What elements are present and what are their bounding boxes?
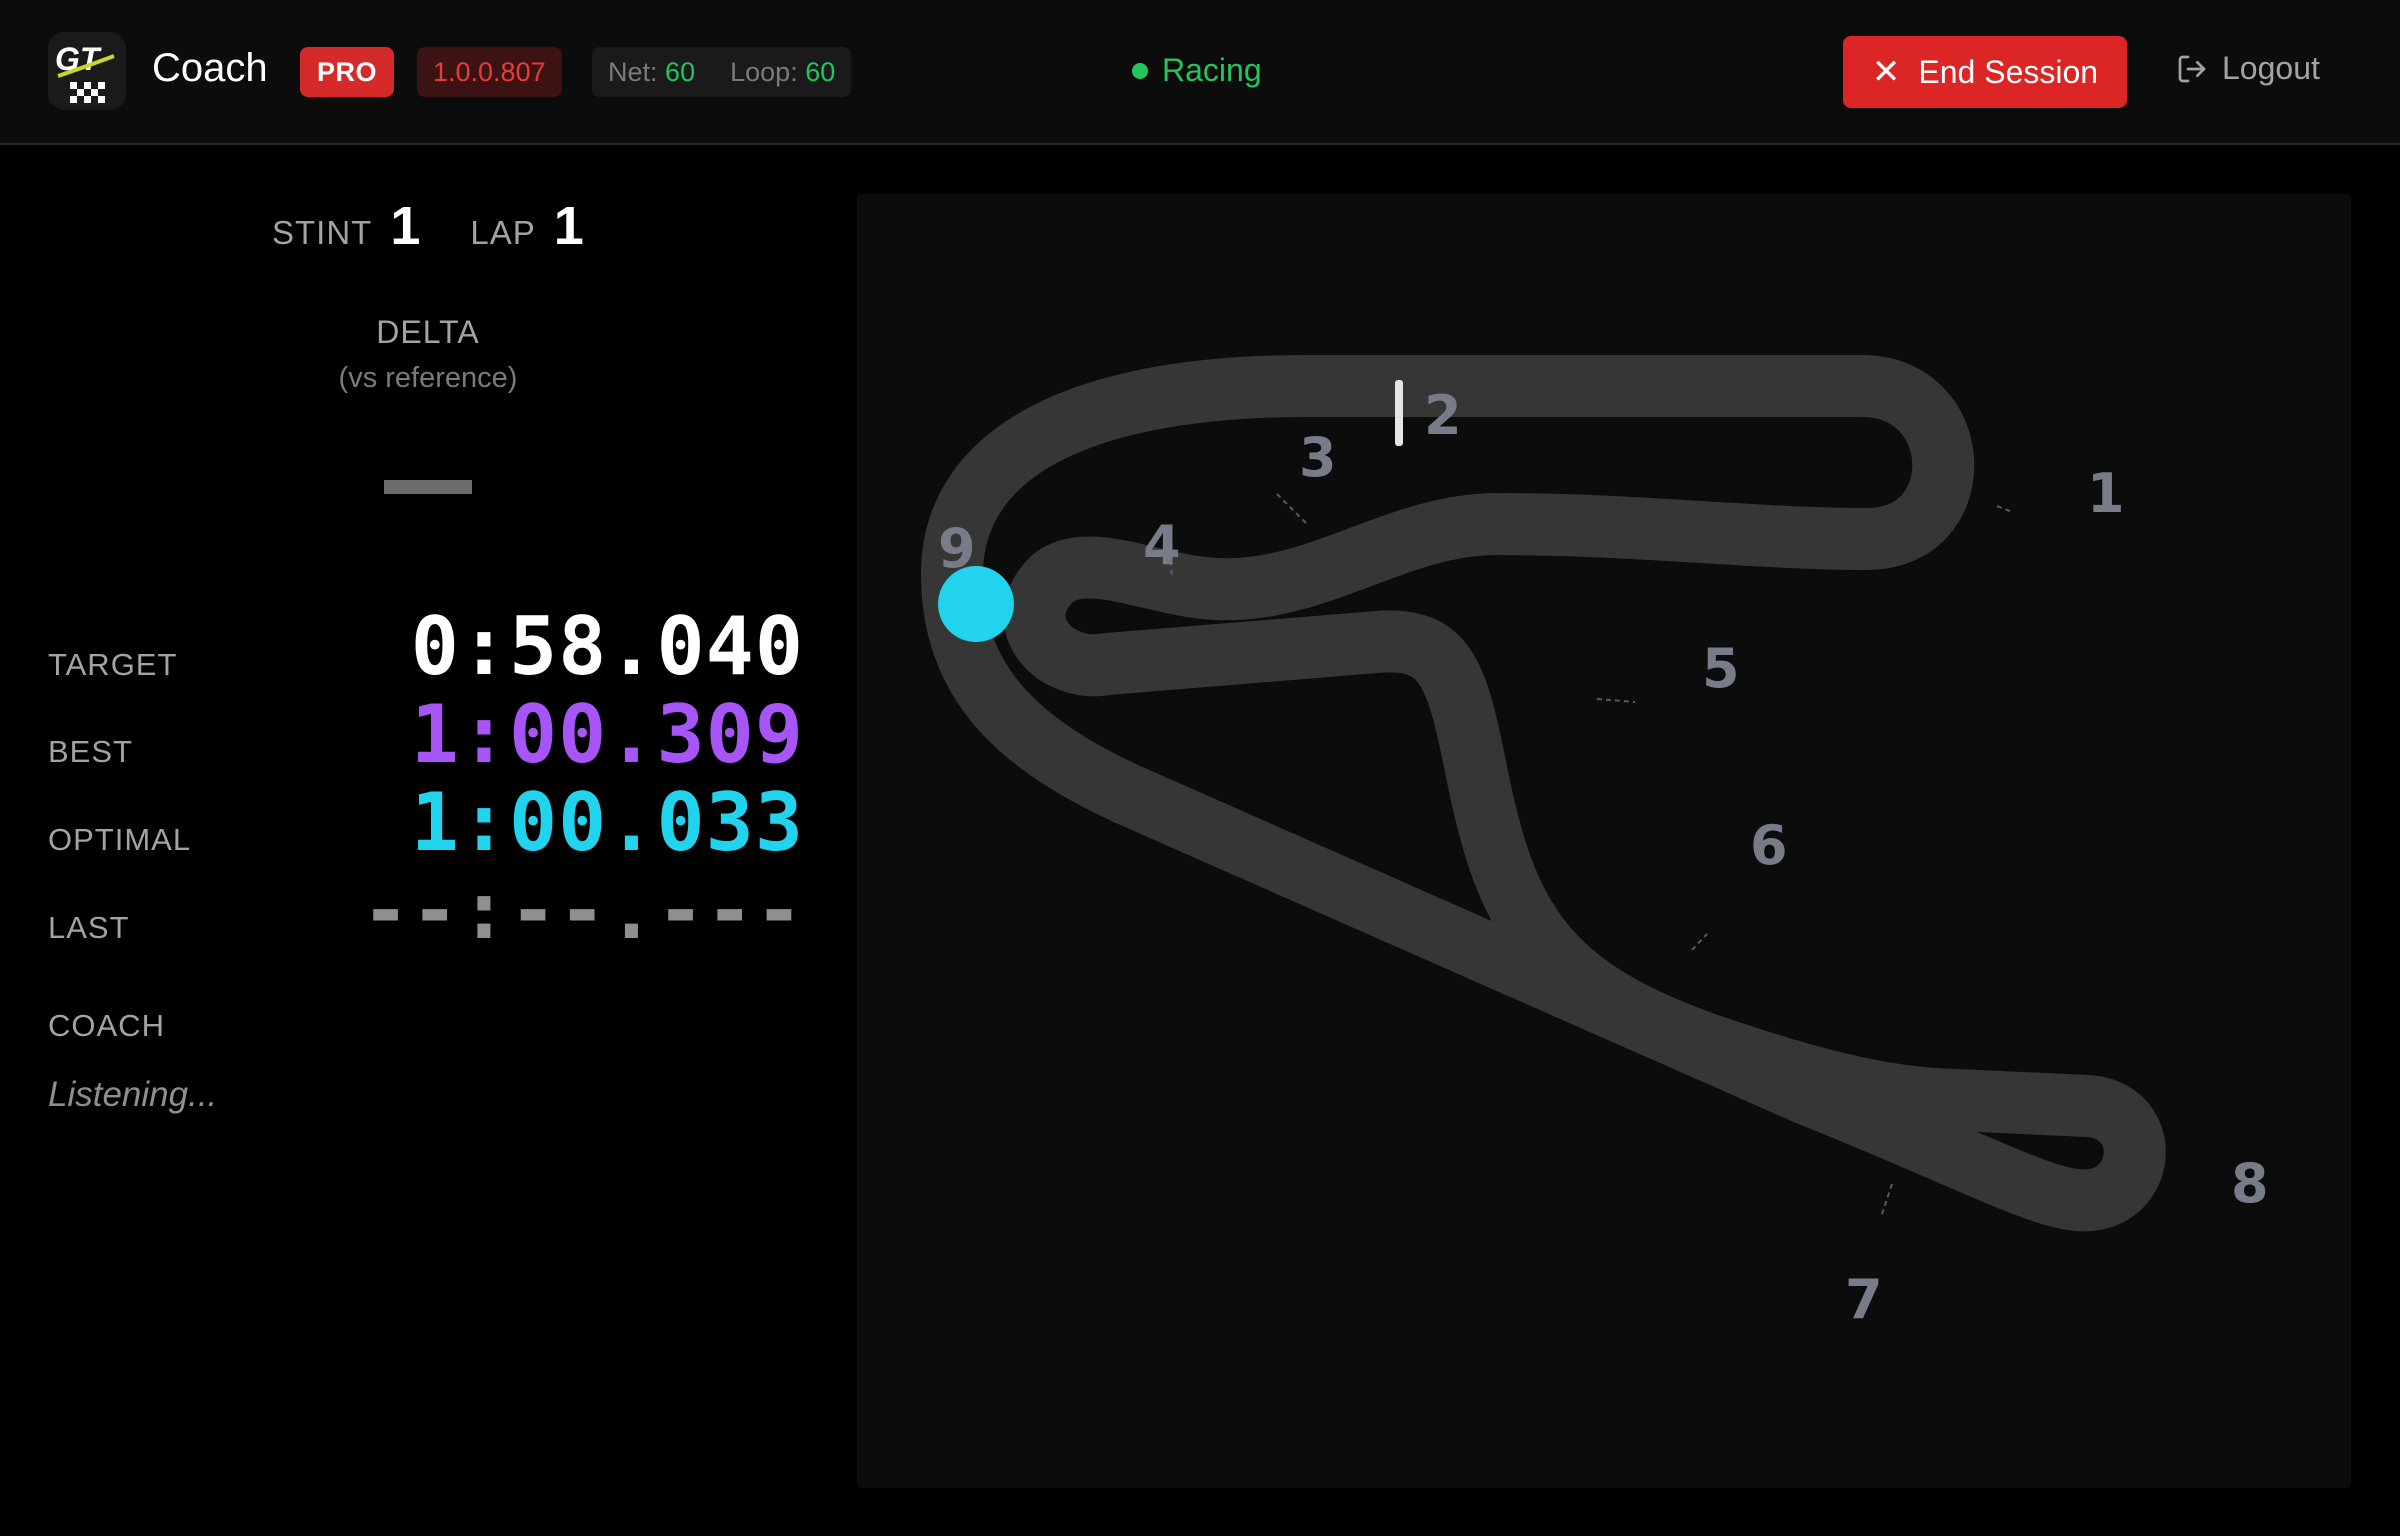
turn-label-2: 2 [1424,384,1462,447]
track-path [921,355,2166,1232]
status-dot-icon [1132,62,1148,79]
loop-value: 60 [805,57,836,87]
target-label: TARGET [48,647,178,682]
stint-label: STINT [272,214,373,251]
car-position-marker [938,566,1014,642]
loop-label: Loop: [730,57,798,87]
plan-badge: PRO [300,47,395,97]
best-label: BEST [48,734,133,769]
delta-value-placeholder [384,480,472,494]
status-text: Racing [1162,52,1262,88]
target-time: 0:58.040 [410,600,804,693]
track-map-svg: 1 2 3 4 5 6 7 8 9 [921,355,2269,1331]
app-logo: GT [48,32,126,110]
lap-label: LAP [470,214,536,251]
end-session-label: End Session [1918,53,2099,90]
net-value: 60 [665,57,696,87]
start-finish-line [1395,380,1403,446]
coach-label: COACH [48,1008,165,1043]
top-bar: GT Coach PRO 1.0.0.807 Net: 60 Loop: 60 … [0,0,2400,145]
logout-button[interactable]: Logout [2176,50,2320,87]
delta-subtitle: (vs reference) [338,362,518,394]
stint-lap-counter: STINT 1 LAP 1 [272,195,584,257]
performance-badge: Net: 60 Loop: 60 [592,47,852,97]
turn-label-3: 3 [1299,426,1337,489]
turn-label-6: 6 [1750,814,1788,877]
logout-icon [2178,55,2206,82]
optimal-label: OPTIMAL [48,822,192,857]
turn-label-8: 8 [2231,1152,2269,1215]
turn-label-7: 7 [1845,1268,1883,1331]
turn-label-5: 5 [1702,637,1740,700]
app-name: Coach [152,46,268,90]
turn-label-1: 1 [2087,462,2125,525]
gt-logo-icon: GT [55,41,115,103]
track-map[interactable]: 1 2 3 4 5 6 7 8 9 [857,194,2351,1488]
delta-title: DELTA [376,314,480,350]
version-badge: 1.0.0.807 [417,47,562,97]
stint-value: 1 [390,196,421,256]
net-label: Net: [608,57,658,87]
lap-value: 1 [553,196,584,256]
end-session-button[interactable]: ✕ End Session [1843,36,2127,108]
session-status: Racing [1132,52,1262,89]
svg-text:GT: GT [55,41,102,77]
best-time: 1:00.309 [410,688,804,781]
close-icon: ✕ [1871,53,1901,91]
last-time: --:--.--- [361,864,804,957]
last-label: LAST [48,910,130,945]
coach-message: Listening... [48,1075,218,1114]
logout-label: Logout [2222,50,2320,86]
optimal-time: 1:00.033 [410,776,804,869]
turn-label-4: 4 [1143,514,1181,577]
